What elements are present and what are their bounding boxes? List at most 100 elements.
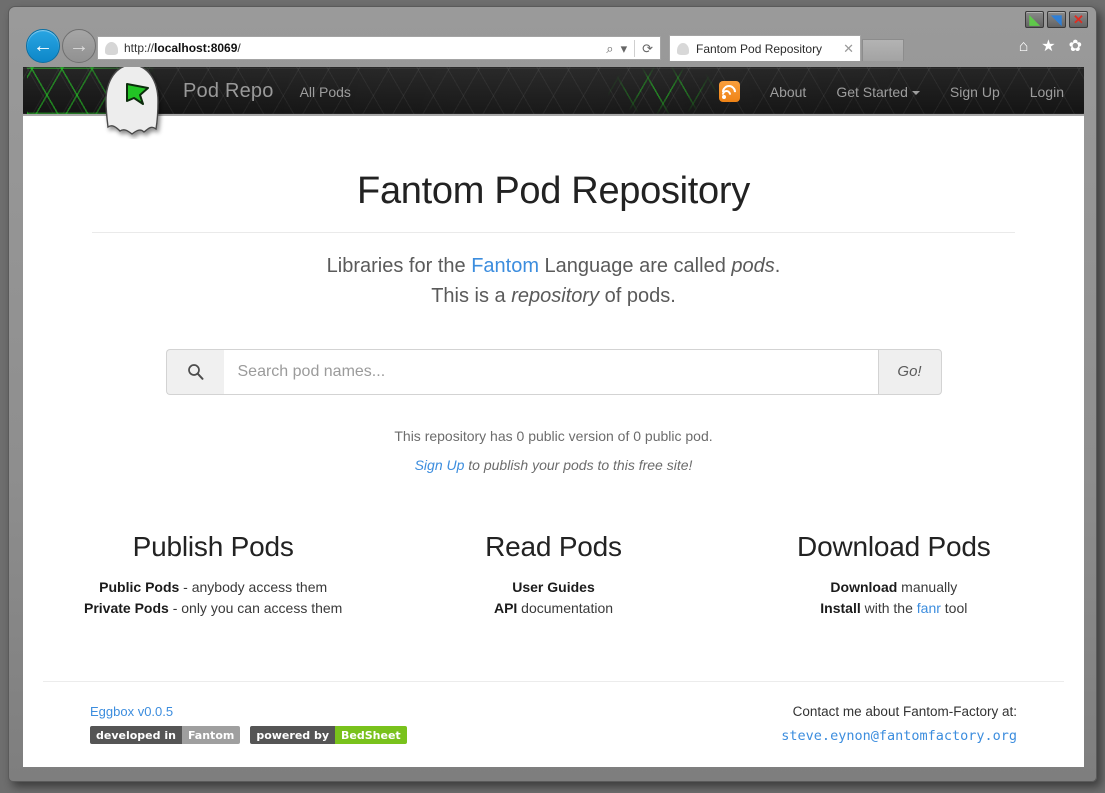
feature-line-bold[interactable]: Download	[830, 579, 897, 595]
fantom-language-link[interactable]: Fantom	[471, 255, 539, 277]
feature-line-bold[interactable]: API	[494, 600, 517, 616]
lead-line-2: This is a repository of pods.	[43, 281, 1064, 311]
nav-link-about[interactable]: About	[770, 84, 807, 100]
feature-line-rest: with the	[860, 600, 917, 617]
navbar-left-group: Pod Repo All Pods	[183, 67, 351, 116]
repository-stats: This repository has 0 public version of …	[394, 427, 713, 444]
url-host: localhost:8069	[154, 41, 238, 55]
magnifier-glyph	[187, 364, 203, 381]
lead-em-pods: pods	[731, 255, 775, 277]
lead2-text-a: This is a	[431, 285, 512, 308]
feature-line-bold[interactable]: Private Pods	[84, 600, 169, 616]
nav-link-get-started[interactable]: Get Started	[836, 84, 920, 100]
home-icon[interactable]: ⌂	[1019, 39, 1029, 55]
site-favicon-icon	[104, 41, 119, 56]
address-bar[interactable]: http://localhost:8069/ ⌕ ▾ ⟳	[97, 36, 661, 60]
pod-search-group: Go!	[165, 348, 942, 395]
nav-link-sign-up[interactable]: Sign Up	[950, 84, 1000, 100]
signup-prompt: Sign Up to publish your pods to this fre…	[43, 457, 1064, 473]
forward-arrow-icon: →	[69, 35, 89, 57]
back-arrow-icon: ←	[33, 35, 53, 57]
sign-up-link[interactable]: Sign Up	[415, 457, 465, 473]
search-input[interactable]	[223, 348, 878, 395]
new-tab-button[interactable]	[862, 39, 904, 61]
browser-toolbar-icons: ⌂ ★ ✿	[1019, 39, 1082, 55]
eggbox-ghost-logo-icon[interactable]	[96, 67, 169, 139]
lead-em-repository: repository	[511, 285, 600, 308]
browser-tabstrip: Fantom Pod Repository ✕	[669, 35, 904, 61]
maximize-icon: ◥	[1051, 12, 1062, 27]
feature-line-tail: tool	[940, 600, 968, 617]
lead-text-a: Libraries for the	[326, 255, 472, 277]
feature-line-rest: - only you can access them	[168, 600, 343, 617]
feature-line: Public Pods - anybody access them	[43, 577, 383, 598]
signup-prompt-text: to publish your pods to this free site!	[464, 456, 693, 473]
feature-line: API documentation	[383, 598, 723, 619]
chevron-down-icon	[911, 90, 920, 95]
badge-developed-in-fantom[interactable]: developed in Fantom	[90, 726, 241, 745]
tab-fantom-pod-repository[interactable]: Fantom Pod Repository ✕	[669, 35, 861, 61]
nav-link-get-started-label: Get Started	[836, 83, 908, 100]
tab-favicon-icon	[676, 42, 690, 56]
feature-heading: Read Pods	[485, 530, 622, 562]
feature-download-pods: Download Pods Download manually Install …	[724, 531, 1064, 620]
os-window: ◣ ◥ ✕ ← → http://localhost:8069/ ⌕ ▾ ⟳ F…	[8, 6, 1097, 782]
close-button[interactable]: ✕	[1069, 11, 1088, 28]
rss-feed-icon[interactable]	[718, 81, 740, 102]
feature-line: Download manually	[724, 577, 1064, 598]
tab-close-icon[interactable]: ✕	[843, 41, 854, 57]
lead-line-1: Libraries for the Fantom Language are ca…	[43, 251, 1064, 281]
feature-line-bold[interactable]: Public Pods	[99, 579, 179, 595]
address-bar-tools: ⌕ ▾ ⟳	[606, 39, 656, 57]
feature-line-rest: documentation	[517, 600, 614, 617]
nav-link-all-pods[interactable]: All Pods	[300, 84, 351, 100]
fanr-tool-link[interactable]: fanr	[917, 600, 941, 616]
feature-line-rest: - anybody access them	[179, 578, 328, 595]
badge-value: Fantom	[181, 726, 241, 745]
search-icon	[165, 348, 224, 395]
badge-key: powered by	[250, 726, 336, 745]
maximize-button[interactable]: ◥	[1047, 11, 1066, 28]
feature-line: Private Pods - only you can access them	[43, 598, 383, 619]
settings-icon[interactable]: ✿	[1069, 39, 1082, 55]
feature-line-bold[interactable]: User Guides	[512, 579, 594, 595]
url-path: /	[237, 41, 241, 55]
minimize-icon: ◣	[1029, 12, 1040, 27]
navbar-right-group: About Get Started Sign Up Login	[718, 67, 1064, 116]
search-go-button[interactable]: Go!	[877, 348, 942, 395]
title-divider	[92, 232, 1015, 233]
badge-value: BedSheet	[335, 726, 407, 745]
refresh-icon[interactable]: ⟳	[642, 42, 653, 55]
favorites-icon[interactable]: ★	[1041, 39, 1055, 55]
contact-email-link[interactable]: steve.eynon@fantomfactory.org	[781, 728, 1017, 744]
close-icon: ✕	[1073, 12, 1084, 27]
feature-line-bold[interactable]: Install	[820, 600, 860, 616]
footer-left: Eggbox v0.0.5 developed in Fantom powere…	[90, 704, 407, 745]
page-title: Fantom Pod Repository	[357, 170, 750, 212]
badge-key: developed in	[90, 726, 182, 745]
nav-link-login[interactable]: Login	[1030, 84, 1064, 100]
tab-title: Fantom Pod Repository	[696, 41, 823, 56]
url-scheme: http://	[124, 41, 155, 55]
feature-read-pods: Read Pods User Guides API documentation	[383, 531, 723, 620]
badge-powered-by-bedsheet[interactable]: powered by BedSheet	[250, 726, 407, 745]
footer-badges: developed in Fantom powered by BedSheet	[90, 726, 407, 745]
footer-right: Contact me about Fantom-Factory at: stev…	[781, 704, 1017, 744]
page-lead: Libraries for the Fantom Language are ca…	[43, 251, 1064, 312]
address-bar-url: http://localhost:8069/	[124, 41, 241, 55]
window-controls: ◣ ◥ ✕	[1025, 11, 1088, 28]
feature-columns: Publish Pods Public Pods - anybody acces…	[43, 531, 1064, 620]
search-icon[interactable]: ⌕	[606, 42, 613, 55]
lead-text-c: .	[774, 255, 781, 277]
minimize-button[interactable]: ◣	[1025, 11, 1044, 28]
forward-button[interactable]: →	[62, 29, 96, 63]
chevron-down-icon[interactable]: ▾	[621, 42, 628, 55]
feature-line: Install with the fanr tool	[724, 598, 1064, 619]
site-navbar: Pod Repo All Pods About Get Started Sign…	[23, 67, 1084, 135]
browser-chrome: ← → http://localhost:8069/ ⌕ ▾ ⟳ Fantom …	[9, 29, 1096, 67]
eggbox-version-link[interactable]: Eggbox v0.0.5	[90, 704, 407, 719]
divider	[634, 39, 636, 57]
back-button[interactable]: ←	[26, 29, 60, 63]
feature-line: User Guides	[383, 577, 723, 598]
navbar-brand[interactable]: Pod Repo	[183, 80, 274, 103]
